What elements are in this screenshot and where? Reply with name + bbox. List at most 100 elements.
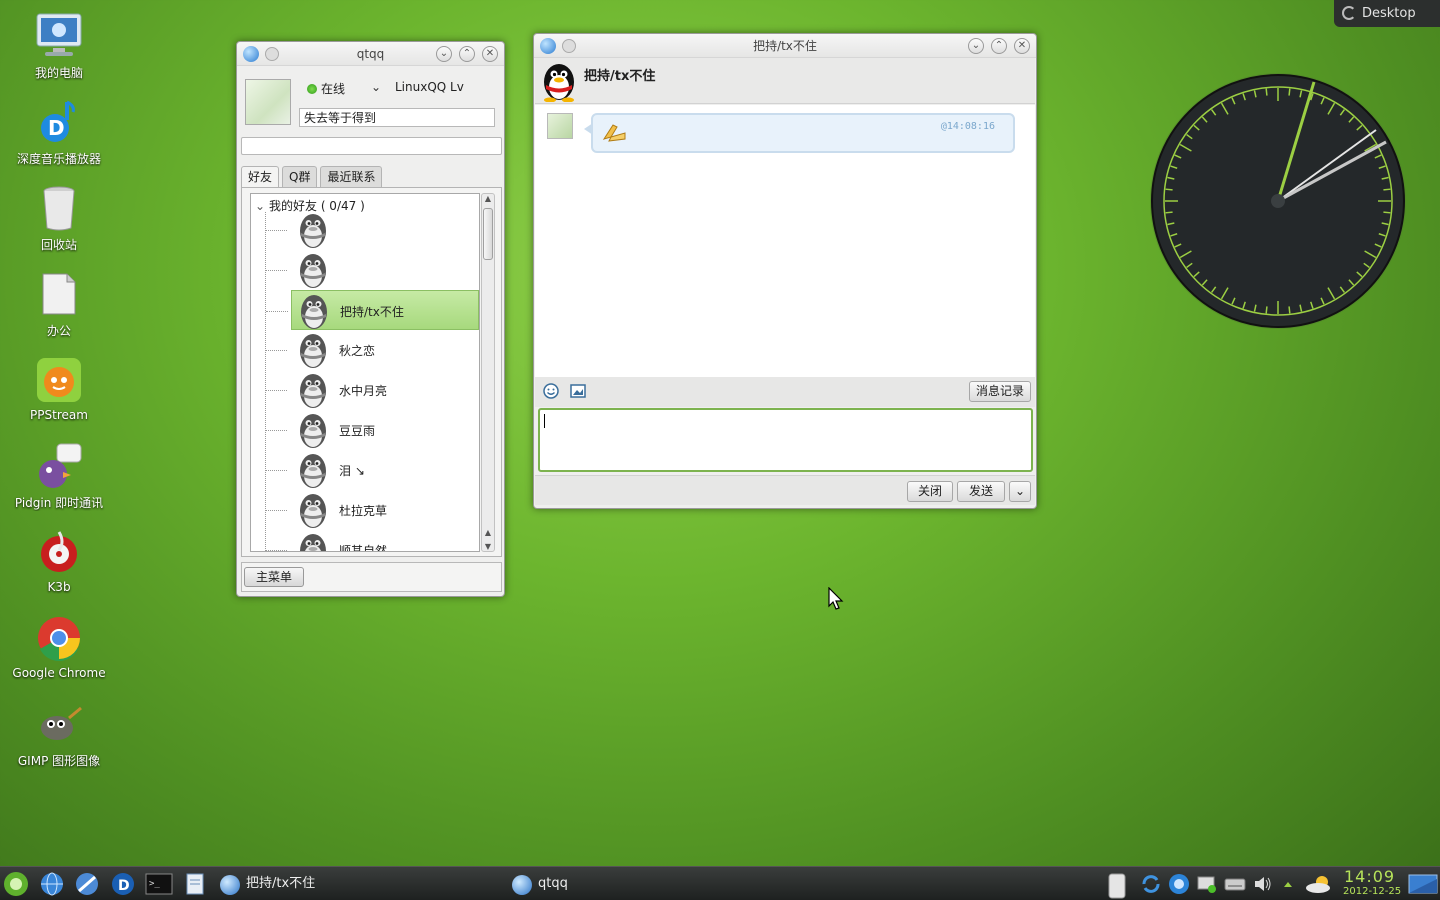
main-menu-button[interactable]: 主菜单 bbox=[244, 567, 304, 587]
chat-contact-name: 把持/tx不住 bbox=[584, 69, 656, 84]
search-input[interactable] bbox=[241, 137, 502, 155]
scroll-down-icon[interactable]: ▼ bbox=[482, 542, 494, 551]
image-icon[interactable] bbox=[570, 383, 586, 399]
desktop-icon-pidgin[interactable]: Pidgin 即时通讯 bbox=[0, 442, 118, 511]
friend-list-scrollbar[interactable]: ▲ ▲ ▼ bbox=[481, 193, 495, 552]
clock-time[interactable]: 14:09 bbox=[1344, 867, 1395, 886]
pin-icon[interactable] bbox=[265, 47, 279, 61]
moon-icon bbox=[1342, 6, 1356, 20]
clock-tick bbox=[1165, 188, 1173, 191]
clock-tick bbox=[1265, 306, 1268, 314]
minimize-button[interactable]: ⌄ bbox=[436, 46, 452, 62]
volume-icon[interactable] bbox=[1252, 873, 1274, 895]
show-desktop-icon[interactable] bbox=[1408, 873, 1438, 895]
deepin-icon[interactable]: D bbox=[109, 871, 137, 897]
desktop-icon-computer[interactable]: 我的电脑 bbox=[0, 12, 118, 81]
task-qtqq-window[interactable]: qtqq bbox=[506, 869, 792, 899]
window-title: 把持/tx不住 bbox=[753, 39, 817, 53]
friend-list-item[interactable]: 把持/tx不住 bbox=[266, 290, 479, 331]
qq-penguin-avatar bbox=[294, 291, 334, 331]
emoji-icon[interactable] bbox=[543, 383, 559, 399]
browser-icon[interactable] bbox=[73, 871, 101, 897]
chat-window[interactable]: 把持/tx不住 ⌄ ⌃ ✕ 把持/tx不住 @14:08:16 消息记录 关闭 … bbox=[533, 33, 1037, 509]
qq-penguin-avatar[interactable] bbox=[538, 60, 580, 103]
trash-tray-icon[interactable] bbox=[1106, 873, 1128, 899]
friend-list-item[interactable]: 秋之恋 bbox=[265, 330, 479, 370]
qq-main-window[interactable]: qtqq ⌄ ⌃ ✕ 在线 ⌄ LinuxQQ Lv 失去等于得到 好友 Q群 … bbox=[236, 41, 505, 597]
desktop-icon-office[interactable]: 办公 bbox=[0, 270, 118, 339]
weather-icon[interactable] bbox=[1304, 873, 1336, 895]
maximize-button[interactable]: ⌃ bbox=[459, 46, 475, 62]
qq-penguin-avatar bbox=[293, 330, 333, 370]
clock-tick bbox=[1265, 88, 1268, 96]
chat-history[interactable]: @14:08:16 bbox=[535, 105, 1035, 377]
pin-icon[interactable] bbox=[562, 39, 576, 53]
desktop-icon-trash[interactable]: 回收站 bbox=[0, 184, 118, 253]
close-chat-button[interactable]: 关闭 bbox=[907, 481, 953, 502]
clock-date[interactable]: 2012-12-25 bbox=[1343, 886, 1401, 897]
friend-list-item[interactable]: 杜拉克草 bbox=[265, 490, 479, 530]
friends-panel: ⌄ 我的好友 ( 0/47 ) 把持/tx不住 秋之恋 水中月亮 豆豆雨 泪 ↘ 杜拉克草… bbox=[241, 187, 502, 557]
scroll-up-icon[interactable]: ▲ bbox=[482, 194, 494, 203]
start-menu-icon[interactable] bbox=[2, 871, 30, 897]
message-input[interactable] bbox=[538, 408, 1033, 472]
friend-tree[interactable]: ⌄ 我的好友 ( 0/47 ) 把持/tx不住 秋之恋 水中月亮 豆豆雨 泪 ↘ 杜拉克草… bbox=[250, 193, 480, 552]
close-button[interactable]: ✕ bbox=[1014, 38, 1030, 54]
sender-avatar bbox=[547, 113, 573, 139]
friend-list-item[interactable]: 水中月亮 bbox=[265, 370, 479, 410]
user-level: LinuxQQ Lv bbox=[395, 80, 464, 94]
file-manager-icon[interactable] bbox=[181, 871, 209, 897]
friend-list-item[interactable] bbox=[265, 210, 479, 250]
qq-app-icon bbox=[512, 875, 532, 895]
friend-name: 顺其自然 bbox=[339, 544, 388, 552]
tab-recent[interactable]: 最近联系 bbox=[320, 166, 383, 187]
clock-tick bbox=[1383, 188, 1391, 191]
tab-groups[interactable]: Q群 bbox=[282, 166, 318, 187]
chevron-down-icon[interactable]: ⌄ bbox=[371, 80, 381, 94]
network-globe-icon[interactable] bbox=[38, 871, 66, 897]
maximize-button[interactable]: ⌃ bbox=[991, 38, 1007, 54]
clock-tick bbox=[1288, 306, 1291, 314]
task-chat-window[interactable]: 把持/tx不住 bbox=[214, 869, 500, 899]
qq-penguin-avatar bbox=[293, 370, 333, 410]
qq-tray-icon[interactable] bbox=[1168, 873, 1190, 895]
friend-list-item[interactable]: 泪 ↘ bbox=[265, 450, 479, 490]
friend-list-item[interactable]: 豆豆雨 bbox=[265, 410, 479, 450]
tray-expand-icon[interactable] bbox=[1281, 873, 1295, 895]
chat-footer: 关闭 发送 ⌄ bbox=[535, 475, 1035, 505]
desktop-icon-gimp[interactable]: GIMP 图形图像 bbox=[0, 700, 118, 769]
scrollbar-thumb[interactable] bbox=[483, 208, 493, 260]
scroll-up-icon[interactable]: ▲ bbox=[482, 528, 494, 537]
mouse-cursor bbox=[828, 586, 844, 611]
signature-field[interactable]: 失去等于得到 bbox=[299, 108, 495, 127]
terminal-icon[interactable]: >_ bbox=[145, 871, 173, 897]
chat-titlebar[interactable]: 把持/tx不住 ⌄ ⌃ ✕ bbox=[534, 34, 1036, 58]
status-selector[interactable]: 在线 bbox=[307, 80, 345, 97]
desktop-icon-k3b[interactable]: K3b bbox=[0, 528, 118, 594]
qq-app-icon bbox=[243, 46, 259, 62]
svg-text:D: D bbox=[118, 878, 130, 894]
message-history-button[interactable]: 消息记录 bbox=[969, 381, 1031, 402]
notification-icon[interactable] bbox=[1196, 873, 1218, 895]
handshake-emoji-icon bbox=[601, 121, 629, 143]
computer-icon bbox=[35, 12, 83, 60]
qq-main-titlebar[interactable]: qtqq ⌄ ⌃ ✕ bbox=[237, 42, 504, 66]
desktop-icon-chrome[interactable]: Google Chrome bbox=[0, 614, 118, 680]
friend-list-item[interactable] bbox=[265, 250, 479, 290]
tab-friends[interactable]: 好友 bbox=[241, 166, 280, 187]
keyboard-icon[interactable] bbox=[1224, 873, 1246, 895]
send-button[interactable]: 发送 bbox=[957, 481, 1005, 502]
minimize-button[interactable]: ⌄ bbox=[968, 38, 984, 54]
close-button[interactable]: ✕ bbox=[482, 46, 498, 62]
sync-icon[interactable] bbox=[1140, 873, 1162, 895]
desktop-icon-music[interactable]: D 深度音乐播放器 bbox=[0, 98, 118, 167]
desktop-dashboard-button[interactable]: Desktop bbox=[1334, 0, 1440, 27]
clock-tick bbox=[1165, 211, 1173, 214]
my-avatar[interactable] bbox=[245, 79, 291, 125]
friend-list-item[interactable]: 顺其自然 bbox=[265, 530, 479, 552]
online-status-icon bbox=[307, 83, 317, 94]
qq-penguin-avatar bbox=[293, 490, 333, 530]
analog-clock-widget[interactable] bbox=[1148, 72, 1408, 330]
send-options-button[interactable]: ⌄ bbox=[1009, 481, 1031, 502]
desktop-icon-ppstream[interactable]: PPStream bbox=[0, 356, 118, 422]
